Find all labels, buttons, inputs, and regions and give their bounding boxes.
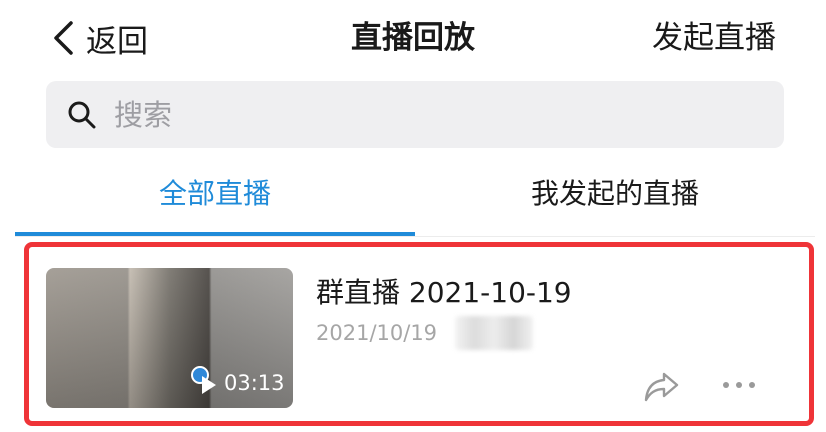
search-bar[interactable] — [46, 81, 784, 148]
tab-my-lives[interactable]: 我发起的直播 — [415, 156, 815, 232]
search-icon — [68, 101, 96, 128]
video-duration: 03:13 — [224, 371, 285, 395]
start-live-button[interactable]: 发起直播 — [652, 14, 776, 62]
more-icon[interactable] — [719, 375, 759, 395]
active-tab-indicator — [15, 232, 415, 236]
video-thumbnail[interactable]: 03:13 — [46, 268, 293, 408]
blurred-author-name — [455, 316, 533, 350]
share-icon[interactable] — [642, 368, 682, 404]
navigation-bar: 返回 直播回放 发起直播 — [0, 0, 826, 76]
replay-title: 群直播 2021-10-19 — [316, 276, 572, 309]
tab-all-lives[interactable]: 全部直播 — [15, 156, 415, 232]
search-input[interactable] — [112, 96, 756, 133]
replay-list-item[interactable]: 03:13 群直播 2021-10-19 2021/10/19 — [24, 242, 814, 426]
tab-bar: 全部直播 我发起的直播 — [15, 156, 815, 237]
replay-date: 2021/10/19 — [316, 321, 438, 345]
play-icon — [202, 376, 216, 394]
